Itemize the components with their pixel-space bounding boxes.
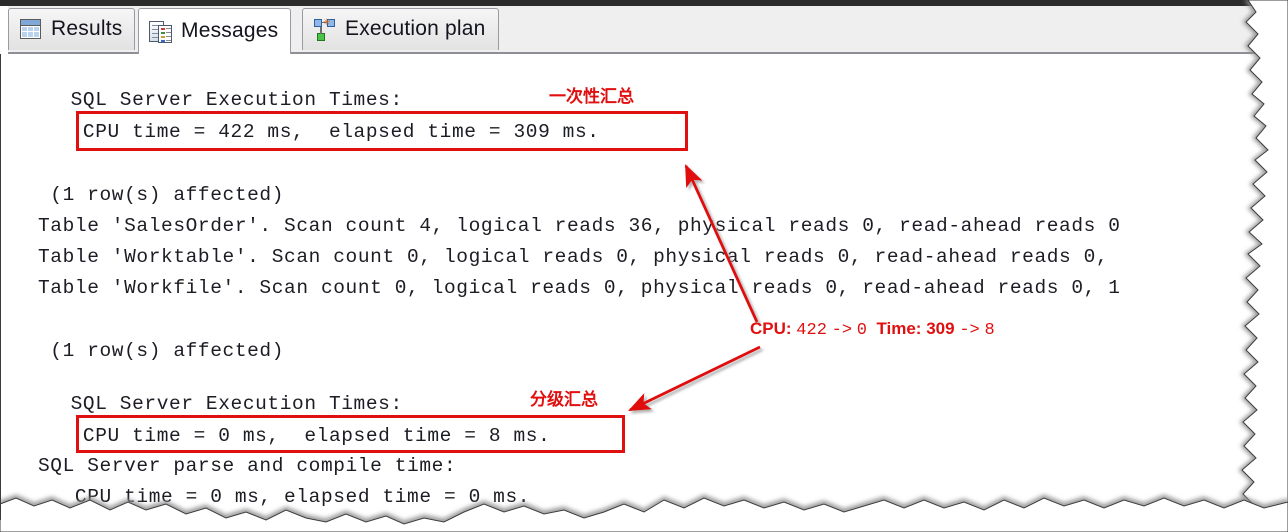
output-line: (1 row(s) affected): [38, 184, 285, 206]
messages-document-icon: [149, 20, 173, 44]
output-line: SQL Server parse and compile time:: [38, 455, 457, 477]
tab-messages-label: Messages: [181, 19, 279, 42]
output-line: Table 'Worktable'. Scan count 0, logical…: [38, 246, 1109, 268]
tab-execution-plan[interactable]: ✳ Execution plan: [302, 8, 499, 50]
highlight-box-tiered-summary: [76, 415, 625, 453]
messages-pane-screenshot: Results Messages ✳ Execution plan SQL Se…: [0, 0, 1288, 532]
delta-arrow-1: ->: [831, 321, 853, 340]
output-line: Table 'Workfile'. Scan count 0, logical …: [38, 277, 1121, 299]
tab-messages[interactable]: Messages: [138, 8, 292, 54]
delta-arrow-2: ->: [959, 321, 980, 340]
output-line: SQL Server Execution Times:: [46, 89, 403, 111]
output-line: SQL Server Execution Times:: [46, 393, 403, 415]
annotation-one-time-summary: 一次性汇总: [549, 87, 634, 107]
delta-time-from: 309: [926, 319, 955, 338]
delta-cpu-from: 422: [796, 321, 827, 340]
tab-results[interactable]: Results: [8, 8, 136, 50]
delta-time-label: Time:: [876, 319, 922, 338]
tab-results-label: Results: [51, 17, 123, 40]
output-line: (1 row(s) affected): [38, 340, 285, 362]
delta-cpu-to: 0: [856, 321, 867, 340]
tab-execution-plan-label: Execution plan: [345, 17, 486, 40]
grid-icon: [19, 18, 43, 42]
annotation-tiered-summary: 分级汇总: [530, 390, 598, 410]
messages-output-area[interactable]: SQL Server Execution Times: CPU time = 4…: [0, 54, 1288, 532]
output-line: CPU time = 0 ms, elapsed time = 0 ms.: [38, 486, 531, 508]
tabbar-left-fill: [0, 6, 8, 54]
output-line: Table 'SalesOrder'. Scan count 4, logica…: [38, 215, 1121, 237]
delta-time-to: 8: [984, 321, 995, 340]
highlight-box-one-time-summary: [76, 111, 688, 151]
annotation-delta: CPU: 422 -> 0 Time: 309 -> 8: [750, 319, 995, 340]
delta-cpu-label: CPU:: [750, 319, 792, 338]
execution-plan-icon: ✳: [313, 17, 337, 42]
